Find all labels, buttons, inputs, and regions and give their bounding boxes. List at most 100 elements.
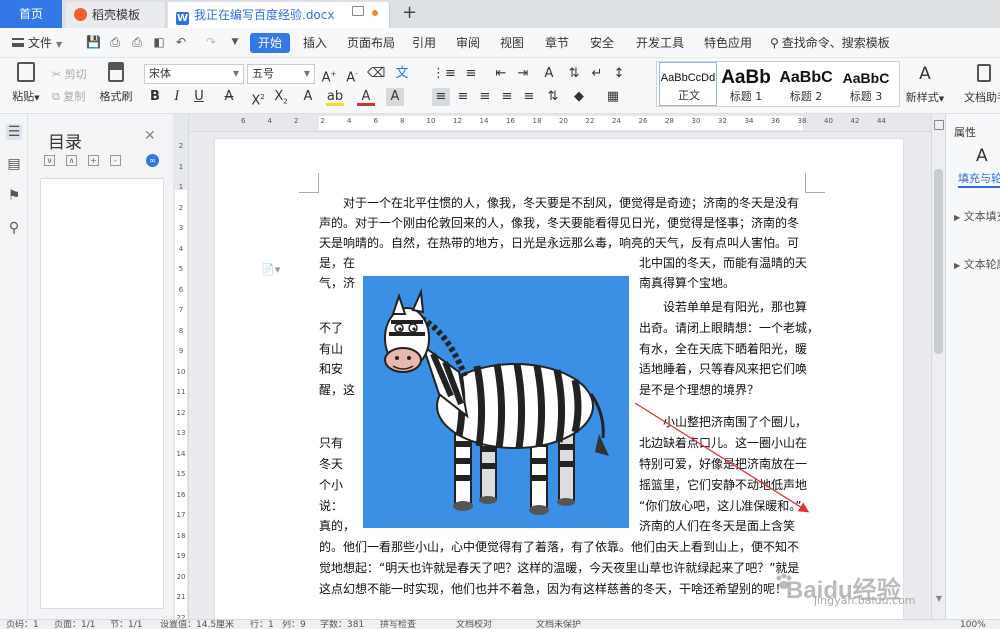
document-area[interactable]: 📄▾ 对于一个在北平住惯的人，像我，冬天要是不刮风，便觉得是奇迹；济南的冬天是没…: [189, 132, 931, 619]
superscript-icon[interactable]: X2: [249, 88, 267, 108]
menu-page-layout[interactable]: 页面布局: [347, 35, 395, 51]
sort-icon[interactable]: ⇅: [565, 65, 583, 83]
italic-icon[interactable]: I: [168, 88, 186, 106]
format-painter-button[interactable]: 格式刷: [98, 62, 134, 104]
status-col[interactable]: 列：9: [282, 620, 306, 629]
print-preview-icon[interactable]: ◧: [152, 36, 166, 49]
outline-list-icon[interactable]: ☰: [6, 124, 22, 140]
pinyin-guide-icon[interactable]: 文: [393, 65, 411, 83]
clear-format-icon[interactable]: ⌫: [367, 65, 385, 83]
menu-view[interactable]: 视图: [500, 35, 524, 51]
bullet-list-icon[interactable]: ⋮≡: [432, 65, 456, 83]
menu-developer[interactable]: 开发工具: [636, 35, 684, 51]
status-words[interactable]: 字数：381: [320, 620, 364, 629]
menu-references[interactable]: 引用: [412, 35, 436, 51]
tab-home[interactable]: 首页: [0, 0, 62, 28]
bookmark-icon[interactable]: ⚑: [6, 188, 22, 204]
redo-icon[interactable]: ↷: [204, 36, 218, 49]
status-page[interactable]: 页码：1: [6, 620, 39, 629]
justify-icon[interactable]: ≡: [498, 88, 516, 106]
font-size-select[interactable]: 五号 ▼: [247, 64, 315, 84]
file-menu[interactable]: 文件 ▼: [12, 35, 62, 53]
monitor-icon[interactable]: [352, 6, 364, 16]
numbered-list-icon[interactable]: ≡: [462, 65, 480, 83]
scrollbar-thumb[interactable]: [934, 169, 943, 354]
protection-status[interactable]: 文档未保护: [536, 620, 581, 629]
new-tab-plus-icon[interactable]: +: [402, 3, 417, 23]
subscript-icon[interactable]: X2: [272, 88, 290, 106]
line-spacing-select-icon[interactable]: ⇅: [544, 88, 562, 106]
vertical-scrollbar[interactable]: ▼: [931, 114, 945, 619]
align-center-icon[interactable]: ≡: [454, 88, 472, 106]
paste-button[interactable]: 粘贴▼: [8, 62, 44, 104]
font-name-select[interactable]: 宋体 ▼: [144, 64, 244, 84]
zoom-level[interactable]: 100%: [960, 620, 986, 629]
status-position[interactable]: 设置值：14.5厘米: [160, 620, 234, 629]
spell-check-toggle[interactable]: 拼写检查: [380, 620, 416, 629]
align-left-icon[interactable]: ≡: [432, 88, 450, 106]
underline-icon[interactable]: U: [190, 88, 208, 106]
menu-insert[interactable]: 插入: [303, 35, 327, 51]
menu-start[interactable]: 开始: [250, 33, 290, 53]
outline-list[interactable]: [40, 178, 164, 609]
align-right-icon[interactable]: ≡: [476, 88, 494, 106]
save-icon[interactable]: 💾: [86, 36, 101, 49]
find-icon[interactable]: ⚲: [6, 220, 22, 236]
text-direction-icon[interactable]: A: [540, 65, 558, 83]
borders-icon[interactable]: ▦: [604, 88, 622, 106]
copy-button[interactable]: ⧉ 复制: [52, 88, 85, 104]
text-fill-section[interactable]: ▶ 文本填充: [954, 208, 1000, 224]
status-row[interactable]: 行：1: [250, 620, 274, 629]
strikethrough-icon[interactable]: A: [220, 88, 238, 106]
customize-toolbar-icon[interactable]: ▼: [228, 36, 242, 49]
horizontal-ruler[interactable]: 6 4 2 2 4 6 8 10 12 14 16 18 20 22 24 26 28 30 32 34 36 38 40 4…: [189, 114, 931, 132]
menu-chapter[interactable]: 章节: [545, 35, 569, 51]
style-heading-1[interactable]: AaBb 标题 1: [717, 62, 775, 106]
proofread-button[interactable]: 文档校对: [456, 620, 492, 629]
split-view-icon[interactable]: [934, 120, 944, 130]
line-spacing-icon[interactable]: ↕: [610, 65, 628, 83]
export-pdf-icon[interactable]: ⎙: [108, 36, 122, 49]
font-effects-icon[interactable]: A: [299, 88, 317, 106]
doc-assistant-button[interactable]: 文档助手: [964, 64, 1000, 105]
style-normal[interactable]: AaBbCcDd 正文: [659, 62, 717, 106]
add-heading-icon[interactable]: +: [88, 155, 99, 166]
smart-outline-icon[interactable]: ∞: [146, 154, 159, 167]
close-icon[interactable]: ✕: [144, 128, 156, 144]
menu-special-apps[interactable]: 特色应用: [704, 35, 752, 51]
decrease-indent-icon[interactable]: ⇤: [492, 65, 510, 83]
page-thumbnail-icon[interactable]: ▤: [6, 156, 22, 172]
style-heading-3[interactable]: AaBbC 标题 3: [837, 62, 895, 106]
highlight-icon[interactable]: ab: [326, 88, 344, 106]
shading-icon[interactable]: ◆: [570, 88, 588, 106]
font-color-icon[interactable]: A: [357, 88, 375, 106]
print-icon[interactable]: ⎙: [130, 36, 144, 49]
command-search[interactable]: ⚲ 查找命令、搜索模板: [770, 35, 890, 51]
status-pages[interactable]: 页面：1/1: [54, 620, 96, 629]
status-section[interactable]: 节：1/1: [110, 620, 143, 629]
remove-heading-icon[interactable]: -: [110, 155, 121, 166]
vertical-ruler[interactable]: 2 1 1 2 3 4 5 6 7 8 9 10 11 12 13 14 15 16 17 18 19 20 21 22: [173, 114, 189, 619]
paragraph-anchor-icon[interactable]: 📄▾: [261, 263, 280, 276]
menu-review[interactable]: 审阅: [456, 35, 480, 51]
scroll-down-icon[interactable]: ▼: [934, 594, 944, 604]
text-outline-section[interactable]: ▶ 文本轮廓: [954, 256, 1000, 272]
style-heading-2[interactable]: AaBbC 标题 2: [777, 62, 835, 106]
menu-security[interactable]: 安全: [590, 35, 614, 51]
fill-outline-tab[interactable]: 填充与轮廓: [958, 170, 1000, 186]
zebra-image[interactable]: [363, 276, 629, 528]
document-page[interactable]: 📄▾ 对于一个在北平住惯的人，像我，冬天要是不刮风，便觉得是奇迹；济南的冬天是没…: [214, 138, 904, 619]
cut-button[interactable]: ✂ 剪切: [52, 66, 87, 82]
expand-down-icon[interactable]: ∨: [44, 155, 55, 166]
tab-docer-templates[interactable]: 稻壳模板: [66, 2, 166, 28]
show-marks-icon[interactable]: ↵: [588, 65, 606, 83]
increase-indent-icon[interactable]: ⇥: [514, 65, 532, 83]
collapse-up-icon[interactable]: ∧: [66, 155, 77, 166]
grow-font-icon[interactable]: A+: [320, 65, 338, 85]
distributed-icon[interactable]: ≡: [520, 88, 538, 106]
char-shading-icon[interactable]: A: [386, 88, 404, 106]
new-style-button[interactable]: A 新样式▼: [904, 64, 946, 105]
bold-icon[interactable]: B: [146, 88, 164, 106]
shrink-font-icon[interactable]: A-: [343, 65, 361, 85]
text-style-icon[interactable]: A: [976, 146, 988, 166]
